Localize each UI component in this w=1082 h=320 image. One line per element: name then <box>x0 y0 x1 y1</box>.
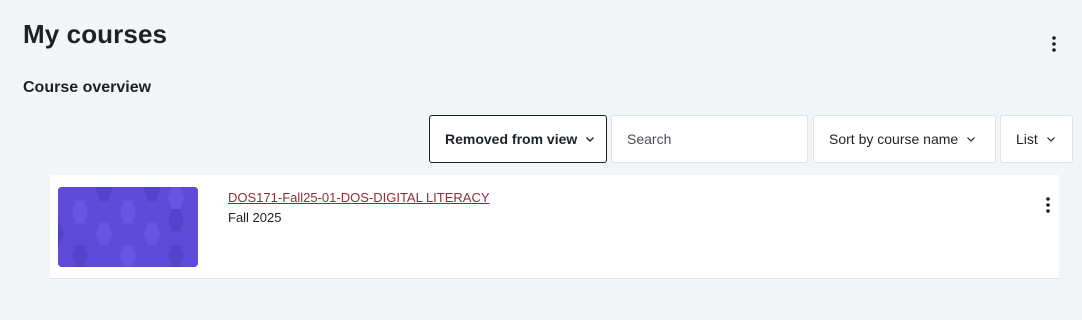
filter-label: Removed from view <box>445 131 578 147</box>
page-actions-menu-button[interactable] <box>1044 34 1064 54</box>
course-term: Fall 2025 <box>228 210 282 225</box>
course-name-link[interactable]: DOS171-Fall25-01-DOS-DIGITAL LITERACY <box>228 190 490 205</box>
kebab-vertical-icon <box>1052 36 1056 52</box>
course-list-item: DOS171-Fall25-01-DOS-DIGITAL LITERACY Fa… <box>50 175 1059 279</box>
search-input[interactable] <box>627 131 797 147</box>
chevron-down-icon <box>586 137 595 142</box>
sort-dropdown-button[interactable]: Sort by course name <box>813 115 996 163</box>
section-title: Course overview <box>23 79 152 96</box>
view-label: List <box>1016 131 1038 147</box>
chevron-down-icon <box>1046 137 1055 142</box>
view-mode-dropdown-button[interactable]: List <box>1000 115 1073 163</box>
sort-label: Sort by course name <box>829 131 959 147</box>
course-pattern-image <box>58 187 198 267</box>
search-field-container <box>611 115 808 163</box>
kebab-vertical-icon <box>1046 197 1050 213</box>
course-actions-menu-button[interactable] <box>1038 195 1058 215</box>
page-title: My courses <box>23 19 168 49</box>
filter-dropdown-button[interactable]: Removed from view <box>429 115 607 163</box>
course-image[interactable] <box>58 187 198 267</box>
chevron-down-icon <box>967 137 976 142</box>
